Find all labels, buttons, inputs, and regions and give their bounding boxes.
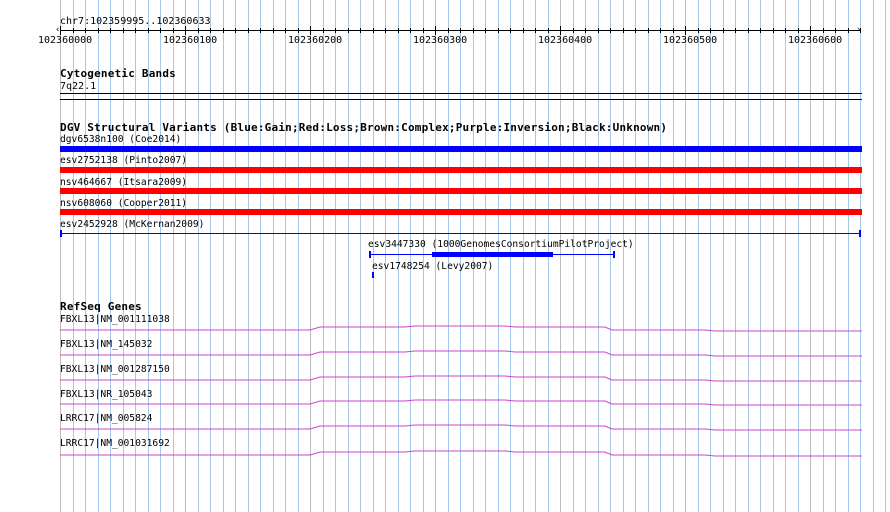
gene-intron-lines (60, 325, 862, 457)
gene-intron-line[interactable] (60, 399, 862, 406)
gene-intron-line[interactable] (60, 325, 862, 332)
gene-intron-line[interactable] (60, 450, 862, 457)
gene-intron-line[interactable] (60, 375, 862, 382)
gene-intron-line[interactable] (60, 350, 862, 357)
gene-intron-line[interactable] (60, 424, 862, 431)
genome-browser-panel: chr7:102359995..102360633 ‹ › 102360000 … (0, 0, 890, 512)
